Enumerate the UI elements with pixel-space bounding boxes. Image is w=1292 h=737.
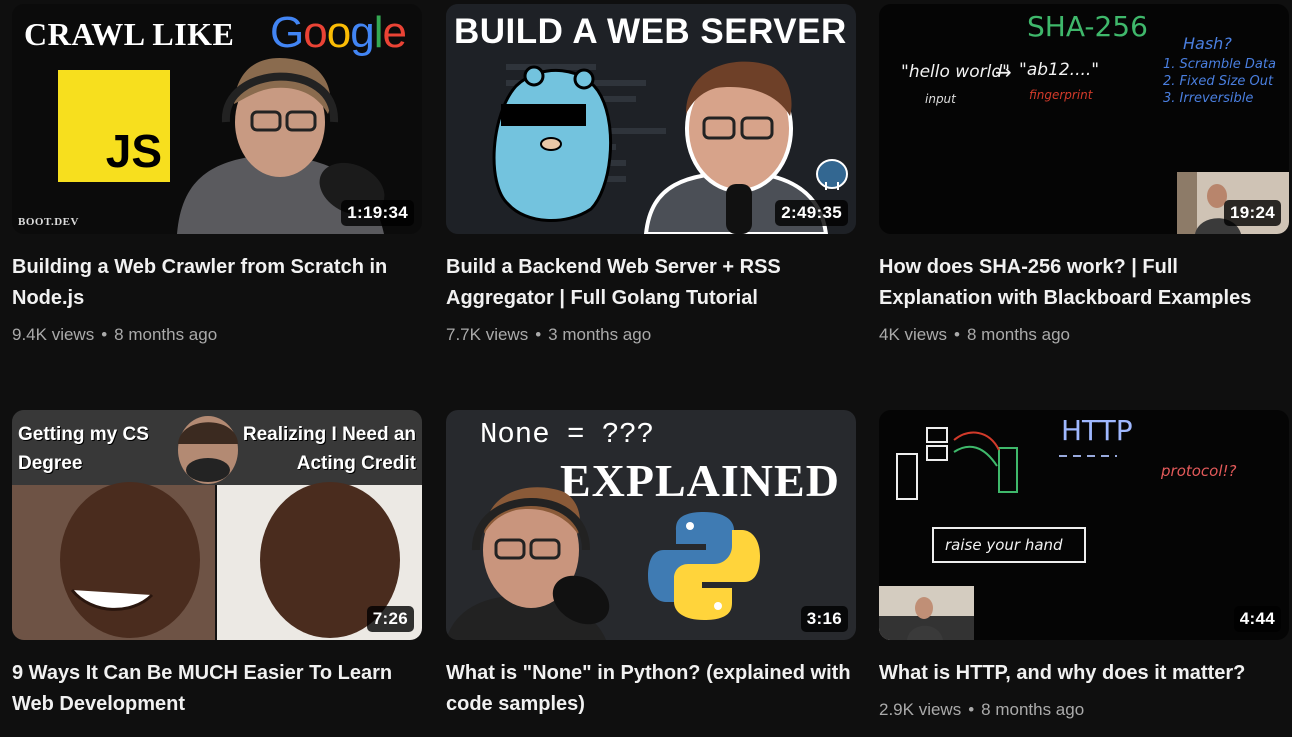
video-card[interactable]: None = ??? EXPLAINED 3:16 What is "None"… (446, 410, 856, 730)
separator-dot: • (954, 325, 960, 344)
blackboard-heading: SHA-256 (1027, 10, 1148, 43)
upload-age: 8 months ago (966, 325, 1070, 344)
view-count: 4K views (879, 325, 948, 344)
separator-dot: • (535, 325, 542, 344)
video-title[interactable]: What is HTTP, and why does it matter? (879, 658, 1284, 689)
video-thumbnail[interactable]: None = ??? EXPLAINED 3:16 (446, 410, 856, 640)
video-thumbnail[interactable]: CRAWL LIKE Google JS BOOT.DEV 1:19:34 (12, 4, 422, 234)
list-item: 2. Fixed Size Out (1163, 74, 1274, 89)
video-duration: 19:24 (1224, 200, 1281, 226)
video-duration: 2:49:35 (775, 200, 848, 226)
separator-dot: • (968, 700, 975, 719)
presenter-webcam-inset (879, 586, 974, 640)
list-item: 1. Scramble Data (1163, 57, 1276, 72)
blackboard-scribble: protocol!? (1161, 462, 1237, 480)
blackboard-heading: HTTP (1061, 414, 1133, 447)
blackboard-arrow: → (995, 60, 1012, 84)
upload-age: 8 months ago (114, 325, 218, 344)
video-thumbnail[interactable]: HTTP protocol!? raise your hand 4:44 (879, 410, 1289, 640)
video-card[interactable]: BUILD A WEB SERVER 2:49:35 Build a Backe… (446, 4, 856, 346)
video-metadata: 2.9K views • 8 months ago (879, 699, 1289, 721)
meme-caption-right: Realizing I Need an Acting Credit (242, 424, 416, 474)
video-card[interactable]: SHA-256 "hello world" → "ab12...." input… (879, 4, 1289, 346)
video-thumbnail[interactable]: BUILD A WEB SERVER 2:49:35 (446, 4, 856, 234)
video-thumbnail[interactable]: Getting my CS Degree Realizing I Need an… (12, 410, 422, 640)
video-metadata: 4K views • 8 months ago (879, 324, 1289, 346)
blackboard-input: "hello world" (901, 62, 1010, 82)
video-title[interactable]: How does SHA-256 work? | Full Explanatio… (879, 252, 1284, 314)
meme-caption-left: Getting my CS Degree (18, 424, 149, 474)
video-duration: 3:16 (800, 606, 848, 632)
blackboard-input-label: input (925, 92, 956, 106)
video-duration: 1:19:34 (341, 200, 414, 226)
upload-age: 3 months ago (548, 325, 652, 344)
video-duration: 4:44 (1233, 606, 1281, 632)
video-card[interactable]: CRAWL LIKE Google JS BOOT.DEV 1:19:34 Bu… (12, 4, 422, 346)
view-count: 2.9K views (879, 700, 962, 719)
video-metadata: 7.7K views • 3 months ago (446, 324, 856, 346)
video-card[interactable]: Getting my CS Degree Realizing I Need an… (12, 410, 422, 730)
separator-dot: • (101, 325, 108, 344)
view-count: 7.7K views (446, 325, 529, 344)
view-count: 9.4K views (12, 325, 95, 344)
video-title[interactable]: Build a Backend Web Server + RSS Aggrega… (446, 252, 851, 314)
video-thumbnail[interactable]: SHA-256 "hello world" → "ab12...." input… (879, 4, 1289, 234)
postgresql-elephant-icon (816, 159, 848, 190)
upload-age: 8 months ago (981, 700, 1085, 719)
video-card[interactable]: HTTP protocol!? raise your hand 4:44 Wha… (879, 410, 1289, 721)
presenter-photo (446, 487, 610, 640)
blackboard-box-text: raise your hand (945, 536, 1063, 554)
blackboard-list: 1. Scramble Data 2. Fixed Size Out 3. Ir… (1163, 56, 1276, 107)
video-duration: 7:26 (366, 606, 414, 632)
video-title[interactable]: 9 Ways It Can Be MUCH Easier To Learn We… (12, 658, 417, 720)
blackboard-list-title: Hash? (1183, 34, 1232, 53)
blackboard-output: "ab12...." (1019, 60, 1100, 80)
blackboard-output-label: fingerprint (1029, 88, 1093, 102)
video-metadata: 9.4K views • 8 months ago (12, 324, 422, 346)
video-title[interactable]: Building a Web Crawler from Scratch in N… (12, 252, 417, 314)
list-item: 3. Irreversible (1163, 91, 1254, 106)
video-title[interactable]: What is "None" in Python? (explained wit… (446, 658, 851, 720)
